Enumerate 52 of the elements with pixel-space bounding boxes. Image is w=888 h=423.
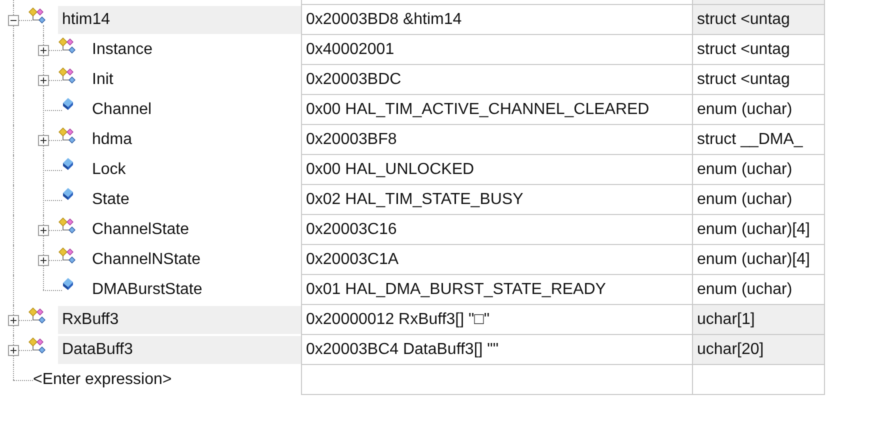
type-cell: struct <untag <box>692 5 825 35</box>
value-cell: 0x20003BDC <box>301 65 692 95</box>
type-cell: enum (uchar) <box>692 155 825 185</box>
expander-toggle[interactable] <box>8 15 19 26</box>
expander-toggle[interactable] <box>38 135 49 146</box>
struct-icon <box>28 307 48 325</box>
type-cell: enum (uchar) <box>692 95 825 125</box>
value-cell: 0x20003C1A <box>301 245 692 275</box>
value-cell: 0x20003C16 <box>301 215 692 245</box>
type-cell: uchar[20] <box>692 335 825 365</box>
value-cell: 0x00 HAL_TIM_ACTIVE_CHANNEL_CLEARED <box>301 95 692 125</box>
type-cell: enum (uchar)[4] <box>692 215 825 245</box>
variable-name[interactable]: State <box>88 186 301 214</box>
expander-toggle[interactable] <box>38 75 49 86</box>
expander-toggle[interactable] <box>8 345 19 356</box>
struct-icon <box>58 247 78 265</box>
variable-name[interactable]: ChannelState <box>88 216 301 244</box>
value-cell: 0x20000012 RxBuff3[] "□" <box>301 305 692 335</box>
value-cell: 0x00 HAL_UNLOCKED <box>301 155 692 185</box>
value-cell: 0x20003BC4 DataBuff3[] "" <box>301 335 692 365</box>
struct-icon <box>28 337 48 355</box>
struct-icon <box>58 67 78 85</box>
struct-icon <box>58 127 78 145</box>
type-cell: enum (uchar) <box>692 185 825 215</box>
variable-name[interactable]: DMABurstState <box>88 276 301 304</box>
type-cell: struct __DMA_ <box>692 125 825 155</box>
variable-name[interactable]: Channel <box>88 96 301 124</box>
type-cell: struct <untag <box>692 35 825 65</box>
value-cell: 0x20003BF8 <box>301 125 692 155</box>
value-cell: 0x40002001 <box>301 35 692 65</box>
struct-icon <box>28 7 48 25</box>
type-cell: enum (uchar)[4] <box>692 245 825 275</box>
enter-expression[interactable]: <Enter expression> <box>26 365 172 395</box>
value-cell: 0x20003BD8 &htim14 <box>301 5 692 35</box>
value-cell: 0x01 HAL_DMA_BURST_STATE_READY <box>301 275 692 305</box>
variable-name[interactable]: ChannelNState <box>88 246 301 274</box>
struct-icon <box>58 217 78 235</box>
variable-name[interactable]: Instance <box>88 36 301 64</box>
variable-name[interactable]: hdma <box>88 126 301 154</box>
expander-toggle[interactable] <box>38 225 49 236</box>
type-cell: struct <untag <box>692 65 825 95</box>
variable-name[interactable]: Lock <box>88 156 301 184</box>
variable-name[interactable]: htim14 <box>58 6 301 34</box>
expander-toggle[interactable] <box>38 255 49 266</box>
expander-toggle[interactable] <box>38 45 49 56</box>
expander-toggle[interactable] <box>8 315 19 326</box>
variable-name[interactable]: Init <box>88 66 301 94</box>
type-cell: uchar[1] <box>692 305 825 335</box>
struct-icon <box>58 37 78 55</box>
value-cell: 0x02 HAL_TIM_STATE_BUSY <box>301 185 692 215</box>
variable-name[interactable]: RxBuff3 <box>58 306 301 334</box>
variable-name[interactable]: DataBuff3 <box>58 336 301 364</box>
